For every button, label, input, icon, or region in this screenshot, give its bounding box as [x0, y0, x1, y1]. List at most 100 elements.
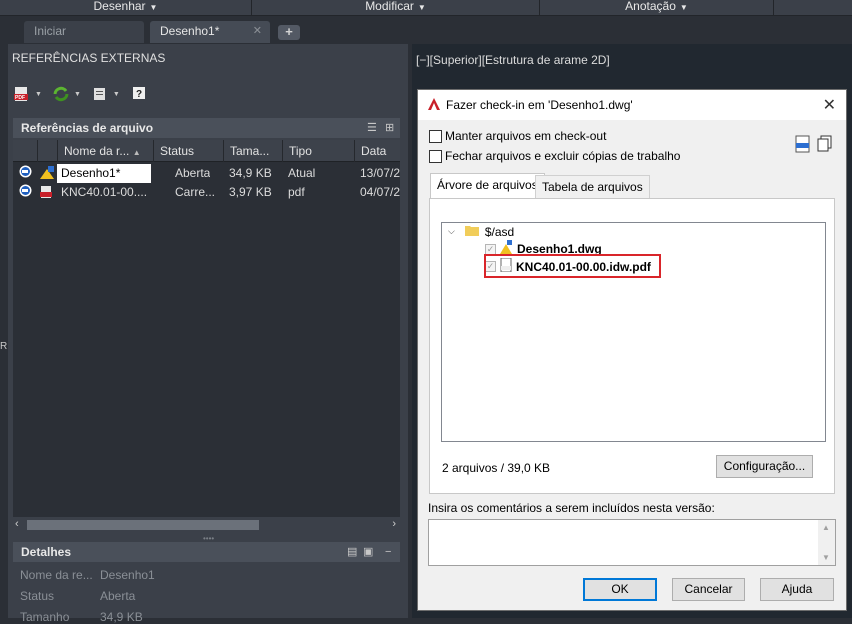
- folder-icon: [464, 224, 479, 239]
- close-icon[interactable]: ✕: [823, 95, 836, 115]
- ribbon-label: Modificar: [365, 0, 414, 13]
- ribbon-menu-modificar[interactable]: Modificar ▼: [252, 0, 540, 16]
- tab-file-tree[interactable]: Árvore de arquivos: [430, 173, 545, 198]
- external-references-palette: REFERÊNCIAS EXTERNAS PDF ▼ ▼ ▼ ? Referên…: [8, 44, 408, 624]
- comment-textarea[interactable]: ▲ ▼: [428, 519, 836, 566]
- cell-date: 04/07/2: [360, 185, 400, 199]
- cancel-button[interactable]: Cancelar: [672, 578, 745, 601]
- section-title: Detalhes: [21, 545, 72, 559]
- highlight-box: [484, 254, 661, 278]
- ribbon-bar: Desenhar ▼ Modificar ▼ Anotação ▼: [0, 0, 852, 16]
- ribbon-menu-desenhar[interactable]: Desenhar ▼: [0, 0, 252, 16]
- cell-name[interactable]: KNC40.01-00....: [61, 183, 147, 202]
- list-view-icon[interactable]: ☰: [367, 118, 377, 138]
- new-tab-button[interactable]: +: [278, 25, 300, 40]
- comment-label: Insira os comentários a serem incluídos …: [428, 501, 715, 515]
- tree-folder-row[interactable]: ⌵ $/asd: [448, 224, 514, 239]
- scroll-down-icon[interactable]: ▼: [822, 553, 830, 562]
- preview-icon[interactable]: ▣: [363, 542, 373, 562]
- grid-header: Nome da r... ▲ Status Tama... Tipo Data: [13, 140, 400, 162]
- help-button[interactable]: Ajuda: [760, 578, 834, 601]
- horizontal-scrollbar[interactable]: ‹ ›: [13, 516, 400, 532]
- collapse-icon[interactable]: −: [385, 542, 391, 562]
- folder-label: $/asd: [484, 224, 515, 239]
- ribbon-spacer: [774, 0, 852, 16]
- col-header-size[interactable]: Tama...: [223, 140, 282, 162]
- chevron-down-icon[interactable]: ▼: [74, 91, 81, 98]
- checkbox-box[interactable]: [429, 129, 442, 143]
- chevron-down-icon[interactable]: ▼: [35, 91, 42, 98]
- grid-col-icon2: [37, 140, 57, 162]
- details-header: Detalhes ▤ ▣ −: [13, 542, 400, 562]
- close-delete-checkbox[interactable]: Fechar arquivos e excluir cópias de trab…: [429, 149, 680, 163]
- cell-type: pdf: [288, 185, 305, 199]
- col-header-type[interactable]: Tipo: [282, 140, 354, 162]
- detail-value: 34,9 KB: [100, 610, 143, 624]
- cell-type: Atual: [288, 166, 316, 180]
- detail-value: Aberta: [100, 589, 136, 603]
- keep-checked-out-checkbox[interactable]: Manter arquivos em check-out: [429, 129, 606, 143]
- checkbox-label: Fechar arquivos e excluir cópias de trab…: [445, 149, 681, 163]
- svg-text:PDF: PDF: [15, 95, 25, 101]
- ribbon-menu-anotacao[interactable]: Anotação ▼: [540, 0, 774, 16]
- change-path-icon[interactable]: [91, 86, 109, 102]
- pdf-file-icon: [39, 185, 53, 205]
- copy-icon[interactable]: [816, 135, 834, 156]
- col-label: Nome da r...: [64, 144, 130, 158]
- tab-iniciar[interactable]: Iniciar: [24, 21, 144, 43]
- scroll-left-icon[interactable]: ‹: [15, 518, 19, 530]
- cell-date: 13/07/2: [360, 166, 400, 180]
- scroll-up-icon[interactable]: ▲: [822, 523, 830, 532]
- cell-name[interactable]: Desenho1*: [57, 164, 151, 183]
- viewport-controls[interactable]: [−][Superior][Estrutura de arame 2D]: [416, 53, 610, 67]
- file-tab-bar: Iniciar Desenho1* ✕ +: [0, 17, 852, 43]
- details-view-icon[interactable]: ▤: [347, 542, 357, 562]
- chevron-down-icon[interactable]: ⌵: [448, 226, 455, 237]
- dialog-title: Fazer check-in em 'Desenho1.dwg': [446, 98, 633, 112]
- detail-label: Status: [20, 589, 55, 603]
- ribbon-label: Anotação: [625, 0, 676, 13]
- globe-icon: [19, 184, 32, 203]
- scroll-right-icon[interactable]: ›: [392, 518, 396, 530]
- file-references-grid: Nome da r... ▲ Status Tama... Tipo Data …: [13, 140, 400, 520]
- chevron-down-icon: ▼: [149, 3, 158, 12]
- palette-toolbar: PDF ▼ ▼ ▼ ?: [13, 84, 148, 104]
- vertical-scrollbar[interactable]: ▲ ▼: [818, 520, 835, 565]
- file-references-header: Referências de arquivo ☰ ⊞: [13, 118, 400, 138]
- chevron-down-icon: ▼: [679, 3, 688, 12]
- table-row[interactable]: KNC40.01-00.... Carre... 3,97 KB pdf 04/…: [13, 183, 400, 202]
- close-icon[interactable]: ✕: [253, 21, 262, 42]
- chevron-down-icon: ▼: [417, 3, 426, 12]
- attach-pdf-icon[interactable]: PDF: [13, 86, 31, 102]
- refresh-icon[interactable]: [52, 86, 70, 102]
- tab-file-table[interactable]: Tabela de arquivos: [535, 175, 650, 198]
- checkin-dialog: Fazer check-in em 'Desenho1.dwg' ✕ Mante…: [417, 89, 847, 611]
- chevron-down-icon[interactable]: ▼: [113, 91, 120, 98]
- cell-status: Carre...: [175, 185, 216, 199]
- dialog-titlebar: Fazer check-in em 'Desenho1.dwg' ✕: [418, 90, 846, 120]
- ok-button[interactable]: OK: [583, 578, 657, 601]
- cell-size: 3,97 KB: [229, 185, 272, 199]
- scroll-thumb[interactable]: [27, 520, 259, 530]
- file-checkbox[interactable]: ✓: [485, 243, 496, 255]
- sort-arrow-icon: ▲: [132, 148, 141, 157]
- tab-label: Iniciar: [34, 24, 67, 38]
- col-header-status[interactable]: Status: [153, 140, 223, 162]
- file-count: 2 arquivos / 39,0 KB: [442, 461, 551, 475]
- col-header-date[interactable]: Data: [354, 140, 400, 162]
- globe-icon: [19, 165, 32, 184]
- autocad-logo-icon: [427, 97, 441, 114]
- detail-value: Desenho1: [100, 568, 155, 582]
- svg-text:?: ?: [136, 89, 142, 100]
- tab-desenho1[interactable]: Desenho1* ✕: [150, 21, 270, 43]
- section-title: Referências de arquivo: [21, 121, 154, 135]
- checkbox-box[interactable]: [429, 149, 442, 163]
- tree-view-icon[interactable]: ⊞: [385, 118, 394, 138]
- settings-button[interactable]: Configuração...: [716, 455, 813, 478]
- help-icon[interactable]: ?: [130, 86, 148, 102]
- tab-panel: ⌵ $/asd ✓ Desenho1.dwg ✓ KNC40.01-00.00.…: [429, 198, 835, 494]
- dwf-icon[interactable]: [794, 135, 812, 156]
- col-header-name[interactable]: Nome da r... ▲: [57, 140, 153, 162]
- palette-title: REFERÊNCIAS EXTERNAS: [12, 51, 166, 65]
- table-row[interactable]: Desenho1* Aberta 34,9 KB Atual 13/07/2: [13, 164, 400, 183]
